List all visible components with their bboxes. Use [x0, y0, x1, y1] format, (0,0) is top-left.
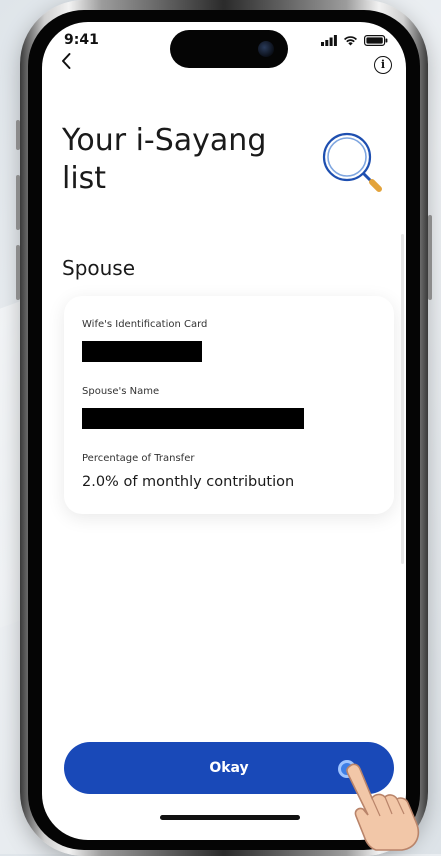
spouse-name-value-redacted — [82, 408, 304, 429]
phone-volume-down — [16, 245, 20, 300]
transfer-percentage-label: Percentage of Transfer — [82, 453, 195, 464]
page-title: Your i-Sayang list — [62, 123, 267, 196]
spouse-name-label: Spouse's Name — [82, 386, 160, 397]
signal-icon — [321, 35, 337, 46]
transfer-percentage-value: 2.0% of monthly contribution — [82, 474, 295, 490]
section-title: Spouse — [62, 256, 136, 280]
battery-icon — [364, 35, 388, 46]
wife-ic-value-redacted — [82, 341, 202, 362]
back-button[interactable] — [60, 52, 72, 75]
pointing-hand-icon — [346, 763, 420, 851]
status-icons — [321, 35, 388, 46]
phone-volume-up — [16, 175, 20, 230]
phone-side-button — [16, 120, 20, 150]
info-button[interactable]: i — [374, 56, 392, 74]
dynamic-island — [170, 30, 288, 68]
camera-icon — [258, 41, 274, 57]
wife-ic-label: Wife's Identification Card — [82, 319, 208, 330]
search-magnifier-icon — [322, 132, 382, 192]
scrollbar[interactable] — [401, 234, 404, 564]
home-indicator — [160, 815, 300, 820]
status-time: 9:41 — [64, 32, 99, 48]
okay-button-label: Okay — [209, 760, 249, 776]
phone-power-button — [428, 215, 432, 300]
spouse-details-card: Wife's Identification Card Spouse's Name… — [64, 296, 394, 514]
info-icon: i — [380, 58, 386, 71]
app-screen: 9:41 i Your i-Sayang list Spouse Wife's … — [42, 22, 406, 840]
wifi-icon — [344, 36, 357, 46]
chevron-left-icon — [62, 53, 71, 69]
